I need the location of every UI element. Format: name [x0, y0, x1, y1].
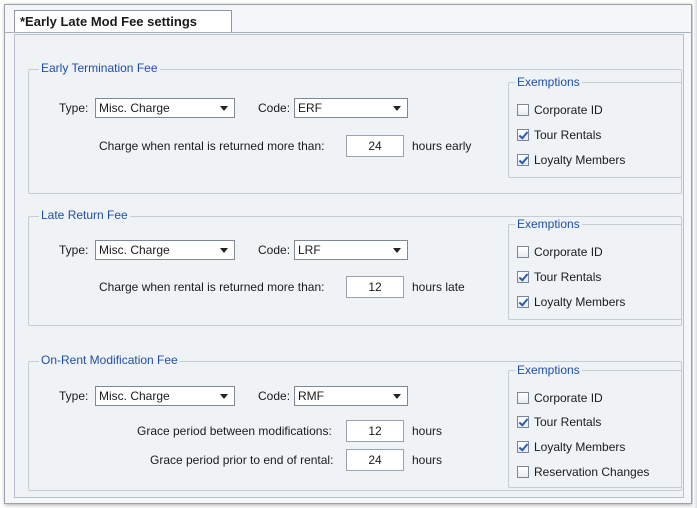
checkbox-unchecked-icon[interactable]	[517, 246, 529, 258]
grace-mod-input[interactable]: 12	[346, 420, 404, 442]
late-return-group: Late Return Fee Type: Misc. Charge Code:…	[28, 208, 682, 326]
mod-type-label: Type:	[59, 389, 89, 403]
chevron-down-icon	[220, 394, 228, 399]
mod-exempt-loyalty-members[interactable]: Loyalty Members	[517, 440, 625, 456]
grace-mod-label: Grace period between modifications:	[137, 424, 332, 438]
checkbox-unchecked-icon[interactable]	[517, 104, 529, 116]
grace-end-input[interactable]: 24	[346, 449, 404, 471]
checkbox-unchecked-icon[interactable]	[517, 392, 529, 404]
mod-exemptions-group: Exemptions Corporate ID Tour Rentals Loy…	[508, 363, 682, 488]
mod-exempt-tour-rentals[interactable]: Tour Rentals	[517, 415, 601, 431]
late-code-label: Code:	[258, 243, 291, 257]
mod-type-value: Misc. Charge	[99, 389, 170, 403]
early-code-value: ERF	[298, 101, 322, 115]
tab-strip: *Early Late Mod Fee settings	[5, 5, 691, 33]
checkbox-unchecked-icon[interactable]	[517, 466, 529, 478]
on-rent-modification-group: On-Rent Modification Fee Type: Misc. Cha…	[28, 353, 682, 491]
late-exemptions-group: Exemptions Corporate ID Tour Rentals Loy…	[508, 217, 682, 320]
tab-early-late-mod-fee-settings[interactable]: *Early Late Mod Fee settings	[14, 10, 232, 32]
late-type-dropdown[interactable]: Misc. Charge	[95, 240, 235, 260]
grace-end-suffix: hours	[412, 453, 443, 467]
late-type-label: Type:	[59, 243, 89, 257]
checkbox-label: Loyalty Members	[534, 440, 626, 454]
early-hours-suffix: hours early	[412, 139, 472, 153]
early-exempt-corporate-id[interactable]: Corporate ID	[517, 103, 603, 119]
mod-exemptions-title: Exemptions	[515, 363, 582, 377]
chevron-down-icon	[393, 106, 401, 111]
checkbox-checked-icon[interactable]	[517, 416, 529, 428]
late-type-value: Misc. Charge	[99, 243, 170, 257]
checkbox-checked-icon[interactable]	[517, 154, 529, 166]
late-exempt-corporate-id[interactable]: Corporate ID	[517, 245, 603, 261]
early-type-label: Type:	[59, 101, 89, 115]
mod-type-dropdown[interactable]: Misc. Charge	[95, 386, 235, 406]
early-code-label: Code:	[258, 101, 291, 115]
checkbox-label: Tour Rentals	[534, 270, 602, 284]
early-type-dropdown[interactable]: Misc. Charge	[95, 98, 235, 118]
early-code-dropdown[interactable]: ERF	[294, 98, 408, 118]
late-exempt-loyalty-members[interactable]: Loyalty Members	[517, 295, 625, 311]
early-termination-title: Early Termination Fee	[39, 61, 160, 75]
chevron-down-icon	[393, 394, 401, 399]
checkbox-checked-icon[interactable]	[517, 271, 529, 283]
checkbox-label: Corporate ID	[534, 245, 603, 259]
late-exempt-tour-rentals[interactable]: Tour Rentals	[517, 270, 601, 286]
early-termination-group: Early Termination Fee Type: Misc. Charge…	[28, 61, 682, 194]
late-return-title: Late Return Fee	[39, 208, 130, 222]
early-type-value: Misc. Charge	[99, 101, 170, 115]
late-exemptions-title: Exemptions	[515, 217, 582, 231]
mod-code-dropdown[interactable]: RMF	[294, 386, 408, 406]
mod-code-label: Code:	[258, 389, 291, 403]
early-exemptions-group: Exemptions Corporate ID Tour Rentals Loy…	[508, 75, 682, 178]
checkbox-checked-icon[interactable]	[517, 441, 529, 453]
chevron-down-icon	[220, 106, 228, 111]
checkbox-label: Corporate ID	[534, 391, 603, 405]
chevron-down-icon	[220, 248, 228, 253]
early-exempt-tour-rentals[interactable]: Tour Rentals	[517, 128, 601, 144]
checkbox-label: Reservation Changes	[534, 465, 650, 479]
on-rent-modification-title: On-Rent Modification Fee	[39, 353, 180, 367]
late-hours-suffix: hours late	[412, 280, 465, 294]
settings-window: *Early Late Mod Fee settings Early Termi…	[4, 4, 692, 504]
late-code-value: LRF	[298, 243, 321, 257]
window-edge-shadow	[693, 0, 697, 508]
late-charge-label: Charge when rental is returned more than…	[99, 280, 325, 294]
early-exempt-loyalty-members[interactable]: Loyalty Members	[517, 153, 625, 169]
checkbox-label: Corporate ID	[534, 103, 603, 117]
mod-exempt-reservation-changes[interactable]: Reservation Changes	[517, 465, 649, 481]
mod-exempt-corporate-id[interactable]: Corporate ID	[517, 391, 603, 407]
checkbox-label: Tour Rentals	[534, 415, 602, 429]
settings-panel: Early Termination Fee Type: Misc. Charge…	[14, 34, 684, 498]
checkbox-checked-icon[interactable]	[517, 129, 529, 141]
grace-mod-suffix: hours	[412, 424, 443, 438]
checkbox-checked-icon[interactable]	[517, 296, 529, 308]
early-charge-label: Charge when rental is returned more than…	[99, 139, 325, 153]
early-exemptions-title: Exemptions	[515, 75, 582, 89]
late-code-dropdown[interactable]: LRF	[294, 240, 408, 260]
late-hours-input[interactable]: 12	[346, 276, 404, 298]
grace-end-label: Grace period prior to end of rental:	[150, 453, 334, 467]
mod-code-value: RMF	[298, 389, 324, 403]
checkbox-label: Tour Rentals	[534, 128, 602, 142]
early-hours-input[interactable]: 24	[346, 135, 404, 157]
chevron-down-icon	[393, 248, 401, 253]
checkbox-label: Loyalty Members	[534, 153, 626, 167]
checkbox-label: Loyalty Members	[534, 295, 626, 309]
